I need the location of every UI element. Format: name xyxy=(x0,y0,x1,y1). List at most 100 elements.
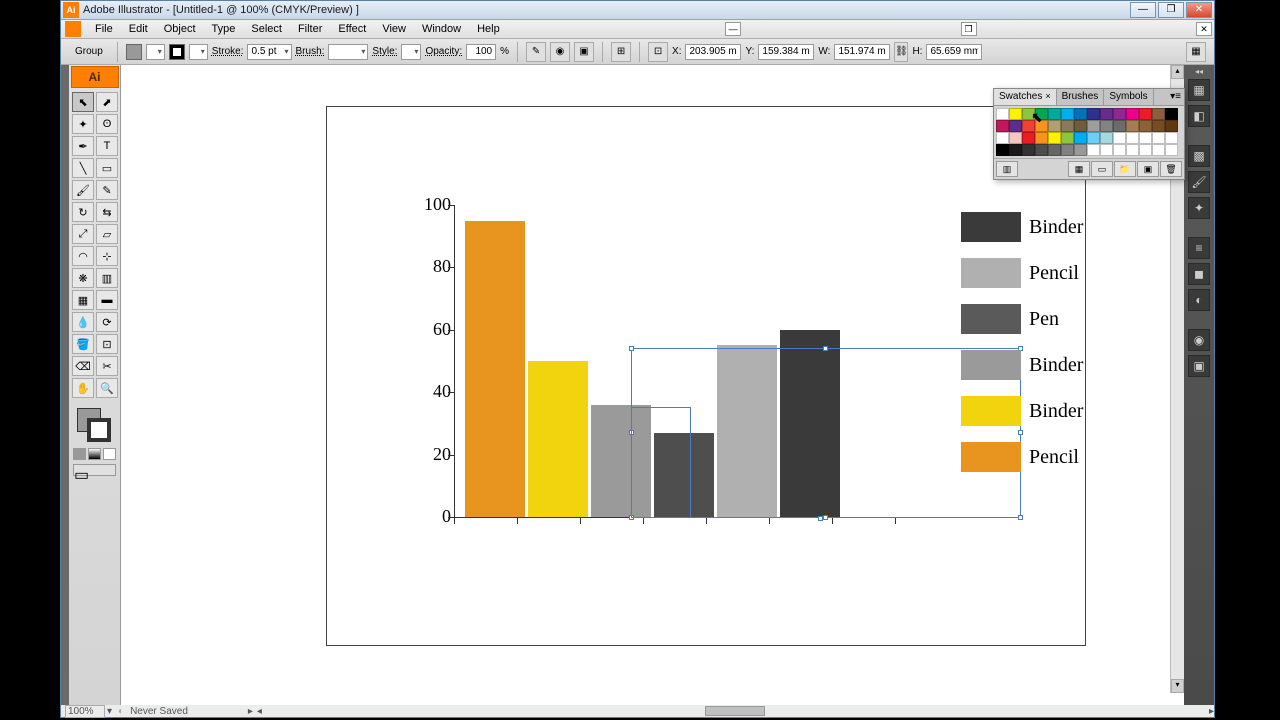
menu-filter[interactable]: Filter xyxy=(290,21,330,37)
swatch-cell[interactable] xyxy=(1100,144,1113,156)
stroke-weight-input[interactable]: 0.5 pt xyxy=(247,44,291,60)
swatch-cell[interactable] xyxy=(1074,120,1087,132)
swatch-cell[interactable] xyxy=(1022,108,1035,120)
swatch-cell[interactable] xyxy=(1035,144,1048,156)
new-color-group-icon[interactable]: 📁 xyxy=(1114,161,1136,177)
swatch-cell[interactable] xyxy=(1048,144,1061,156)
gradient-tool[interactable]: ▬ xyxy=(96,290,118,310)
swatch-cell[interactable] xyxy=(996,132,1009,144)
menu-help[interactable]: Help xyxy=(469,21,508,37)
menu-window[interactable]: Window xyxy=(414,21,469,37)
scroll-down-icon[interactable]: ▾ xyxy=(1171,679,1184,693)
swatch-cell[interactable] xyxy=(1126,144,1139,156)
mesh-tool[interactable]: ▦ xyxy=(72,290,94,310)
swatch-cell[interactable] xyxy=(1152,120,1165,132)
legend-item[interactable]: Pencil xyxy=(961,258,1083,288)
live-paint-icon[interactable]: ◉ xyxy=(550,42,570,62)
brush-dropdown[interactable] xyxy=(328,44,368,60)
swatch-cell[interactable] xyxy=(1152,144,1165,156)
menu-file[interactable]: File xyxy=(87,21,121,37)
minimize-button[interactable]: — xyxy=(1130,2,1156,18)
swatch-cell[interactable] xyxy=(1009,144,1022,156)
horizontal-scroll-thumb[interactable] xyxy=(705,706,765,716)
swatch-cell[interactable] xyxy=(1009,132,1022,144)
tab-symbols[interactable]: Symbols xyxy=(1104,89,1153,105)
swatch-cell[interactable] xyxy=(1113,144,1126,156)
symbol-sprayer-tool[interactable]: ❋ xyxy=(72,268,94,288)
swatch-cell[interactable] xyxy=(1126,132,1139,144)
swatch-cell[interactable] xyxy=(1022,120,1035,132)
rectangle-tool[interactable]: ▭ xyxy=(96,158,118,178)
recolor-icon[interactable]: ✎ xyxy=(526,42,546,62)
fill-stroke-control[interactable] xyxy=(69,406,120,446)
swatch-cell[interactable] xyxy=(1126,108,1139,120)
symbols-panel-icon[interactable]: ✦ xyxy=(1188,197,1210,219)
pen-tool[interactable]: ✒ xyxy=(72,136,94,156)
crop-area-tool[interactable]: ⊡ xyxy=(96,334,118,354)
swatch-cell[interactable] xyxy=(1087,144,1100,156)
scissors-tool[interactable]: ✂ xyxy=(96,356,118,376)
swatch-cell[interactable] xyxy=(1152,132,1165,144)
tab-brushes[interactable]: Brushes xyxy=(1057,89,1105,105)
swatch-options-icon[interactable]: ▭ xyxy=(1091,161,1113,177)
close-button[interactable]: ✕ xyxy=(1186,2,1212,18)
swatch-cell[interactable] xyxy=(1100,132,1113,144)
chart-bar[interactable] xyxy=(465,221,525,517)
swatch-cell[interactable] xyxy=(1165,120,1178,132)
swatch-cell[interactable] xyxy=(1048,108,1061,120)
rotate-tool[interactable]: ↻ xyxy=(72,202,94,222)
swatch-cell[interactable] xyxy=(1061,120,1074,132)
swatch-cell[interactable] xyxy=(1009,108,1022,120)
x-input[interactable] xyxy=(685,44,741,60)
eyedropper-tool[interactable]: 💧 xyxy=(72,312,94,332)
color-panel-icon[interactable]: ◧ xyxy=(1188,105,1210,127)
menu-edit[interactable]: Edit xyxy=(121,21,156,37)
chart-bar[interactable] xyxy=(528,361,588,517)
color-mode-none[interactable] xyxy=(103,448,116,460)
legend-item[interactable]: Pen xyxy=(961,304,1083,334)
opacity-input[interactable] xyxy=(466,44,496,60)
stroke-swatch[interactable] xyxy=(169,44,185,60)
swatch-cell[interactable] xyxy=(1100,108,1113,120)
swatch-cell[interactable] xyxy=(1022,144,1035,156)
link-wh-icon[interactable]: ⛓ xyxy=(894,42,908,62)
swatch-cell[interactable] xyxy=(1009,120,1022,132)
zoom-level[interactable]: 100% xyxy=(65,705,105,718)
blend-tool[interactable]: ⟳ xyxy=(96,312,118,332)
magic-wand-tool[interactable]: ✦ xyxy=(72,114,94,134)
live-paint-bucket-tool[interactable]: 🪣 xyxy=(72,334,94,354)
graph-tool[interactable]: ▥ xyxy=(96,268,118,288)
swatch-cell[interactable] xyxy=(1035,132,1048,144)
swatch-cell[interactable] xyxy=(1139,132,1152,144)
warp-tool[interactable]: ◠ xyxy=(72,246,94,266)
delete-swatch-icon[interactable]: 🗑 xyxy=(1160,161,1182,177)
swatch-cell[interactable] xyxy=(1165,144,1178,156)
menu-type[interactable]: Type xyxy=(204,21,244,37)
eraser-tool[interactable]: ⌫ xyxy=(72,356,94,376)
panel-toggle-icon[interactable]: ▦ xyxy=(1186,42,1206,62)
swatch-cell[interactable] xyxy=(1139,144,1152,156)
swatch-cell[interactable] xyxy=(1035,108,1048,120)
fill-dropdown[interactable] xyxy=(146,44,165,60)
legend-item[interactable]: Binder xyxy=(961,396,1083,426)
menu-select[interactable]: Select xyxy=(243,21,290,37)
show-swatch-kinds-icon[interactable]: ▦ xyxy=(1068,161,1090,177)
swatch-cell[interactable] xyxy=(1074,108,1087,120)
swatch-cell[interactable] xyxy=(1061,132,1074,144)
swatch-cell[interactable] xyxy=(1087,132,1100,144)
stroke-dropdown[interactable] xyxy=(189,44,208,60)
hand-tool[interactable]: ✋ xyxy=(72,378,94,398)
swatch-libraries-icon[interactable]: ▥ xyxy=(996,161,1018,177)
line-tool[interactable]: ╲ xyxy=(72,158,94,178)
direct-selection-tool[interactable]: ⬈ xyxy=(96,92,118,112)
doc-minimize-button[interactable]: — xyxy=(725,22,741,36)
swatch-cell[interactable] xyxy=(1139,108,1152,120)
style-dropdown[interactable] xyxy=(401,44,421,60)
tools-panel-icon[interactable]: ▦ xyxy=(1188,79,1210,101)
swatch-cell[interactable] xyxy=(1087,108,1100,120)
swatch-cell[interactable] xyxy=(1100,120,1113,132)
brushes-panel-icon[interactable]: 🖌 xyxy=(1188,171,1210,193)
swatch-cell[interactable] xyxy=(1126,120,1139,132)
color-mode-solid[interactable] xyxy=(73,448,86,460)
selection-tool[interactable]: ⬉ xyxy=(72,92,94,112)
